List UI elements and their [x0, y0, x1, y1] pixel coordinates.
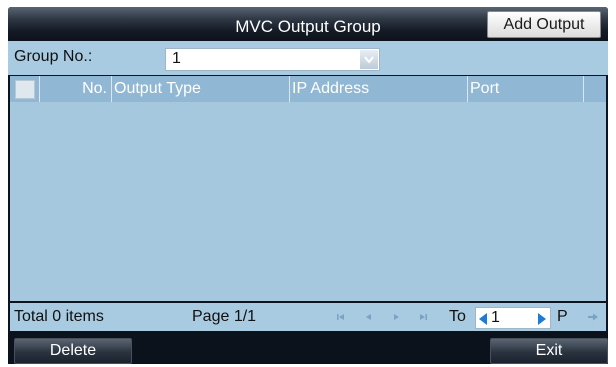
group-no-label: Group No.:	[14, 48, 93, 65]
total-items-text: Total 0 items	[14, 308, 104, 325]
pagination-bar: Total 0 items Page 1/1 To 1 P	[10, 303, 606, 331]
first-page-icon[interactable]	[336, 312, 346, 322]
delete-button[interactable]: Delete	[14, 338, 132, 364]
table-body	[10, 102, 606, 301]
go-arrow-icon[interactable]	[587, 312, 599, 322]
table-header: No. Output Type IP Address Port	[10, 76, 606, 102]
last-page-icon[interactable]	[418, 312, 428, 322]
previous-page-icon[interactable]	[364, 312, 374, 322]
goto-to-label: To	[449, 308, 466, 325]
decrement-arrow-icon[interactable]	[479, 313, 487, 325]
add-output-button[interactable]: Add Output	[487, 11, 601, 38]
column-header-no[interactable]: No.	[40, 76, 112, 102]
column-header-output-type[interactable]: Output Type	[112, 76, 290, 102]
group-row: Group No.: 1	[8, 41, 608, 75]
select-all-checkbox[interactable]	[15, 80, 35, 99]
select-all-cell	[10, 76, 40, 102]
chevron-down-icon[interactable]	[360, 50, 378, 69]
bottom-button-bar: Delete Exit	[8, 332, 608, 364]
title-bar: MVC Output Group Add Output	[8, 7, 608, 41]
page-suffix-label: P	[557, 308, 568, 325]
page-number-value: 1	[491, 309, 500, 326]
group-no-value: 1	[172, 50, 181, 67]
column-header-ip-address[interactable]: IP Address	[290, 76, 468, 102]
mvc-output-group-dialog: MVC Output Group Add Output Group No.: 1…	[8, 7, 608, 364]
page-indicator: Page 1/1	[192, 308, 257, 325]
column-header-port[interactable]: Port	[468, 76, 584, 102]
group-no-select[interactable]: 1	[165, 48, 380, 71]
exit-button[interactable]: Exit	[490, 338, 608, 364]
next-page-icon[interactable]	[391, 312, 401, 322]
page-number-input[interactable]: 1	[475, 307, 551, 329]
increment-arrow-icon[interactable]	[538, 313, 546, 325]
